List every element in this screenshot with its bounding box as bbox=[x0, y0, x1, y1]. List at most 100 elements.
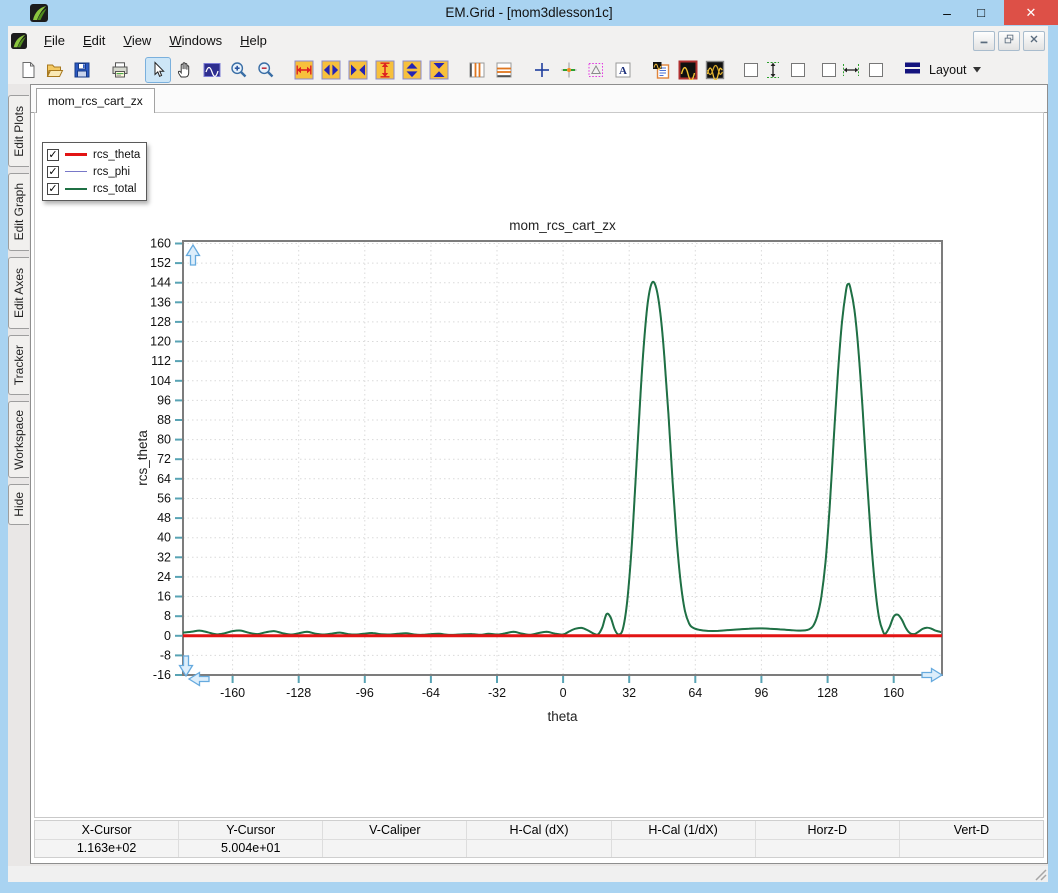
toolbar-print-button[interactable] bbox=[108, 58, 132, 82]
chart-area[interactable]: 160 152 144 136 128 120 112 104 96 88 80 72 64 56 48 40… bbox=[34, 112, 1044, 818]
svg-text:32: 32 bbox=[157, 550, 171, 564]
toolbar-fit-height-button[interactable] bbox=[373, 58, 397, 82]
toolbar-horizontal-markers-button[interactable] bbox=[492, 58, 516, 82]
menu-edit[interactable]: Edit bbox=[74, 28, 114, 53]
toolbar-h-space-checkbox-left-button[interactable] bbox=[819, 58, 838, 82]
fit-width-icon bbox=[294, 60, 314, 80]
svg-text:-96: -96 bbox=[356, 686, 374, 700]
toolbar-save-file-button[interactable] bbox=[70, 58, 94, 82]
toolbar-v-space-checkbox-right-button[interactable] bbox=[788, 58, 807, 82]
sidebar-tab-edit-plots[interactable]: Edit Plots bbox=[8, 95, 29, 167]
layout-label: Layout bbox=[929, 62, 967, 77]
window-maximize-button[interactable]: □ bbox=[966, 0, 996, 25]
toolbar-tracker-cursor-button[interactable] bbox=[557, 58, 581, 82]
sidebar-tab-tracker[interactable]: Tracker bbox=[8, 335, 29, 395]
svg-text:24: 24 bbox=[157, 570, 171, 584]
window-close-button[interactable]: ✕ bbox=[1004, 0, 1058, 25]
save-file-icon bbox=[72, 60, 92, 80]
svg-text:40: 40 bbox=[157, 531, 171, 545]
menu-file[interactable]: File bbox=[35, 28, 74, 53]
show-curve-icon bbox=[678, 60, 698, 80]
chart-canvas[interactable]: 1601521441361281201121049688807264564840… bbox=[35, 113, 1045, 817]
status-label-x-cursor: X-Cursor bbox=[35, 821, 180, 839]
crosshair-cursor-icon bbox=[532, 60, 552, 80]
toolbar-horizontal-spacing-button[interactable] bbox=[839, 58, 863, 82]
toolbar-shrink-vertical-button[interactable] bbox=[427, 58, 451, 82]
toolbar-new-file-button[interactable] bbox=[16, 58, 40, 82]
toolbar-zoom-window-button[interactable] bbox=[200, 58, 224, 82]
sidebar-tab-edit-graph[interactable]: Edit Graph bbox=[8, 173, 29, 251]
legend-line-sample bbox=[65, 187, 87, 190]
zoom-window-icon bbox=[202, 60, 222, 80]
minimize-icon bbox=[978, 32, 990, 50]
document-close-button[interactable] bbox=[1023, 30, 1045, 51]
legend-label: rcs_phi bbox=[93, 165, 131, 178]
toolbar-open-file-button[interactable] bbox=[43, 58, 67, 82]
toolbar-show-curves-button[interactable] bbox=[703, 58, 727, 82]
toolbar-expand-vertical-button[interactable] bbox=[400, 58, 424, 82]
toolbar-layout-menu-button[interactable]: Layout bbox=[897, 55, 987, 84]
svg-text:136: 136 bbox=[150, 295, 171, 309]
text-annotation-icon: A bbox=[613, 60, 633, 80]
sidebar-tab-edit-axes[interactable]: Edit Axes bbox=[8, 257, 29, 329]
zoom-out-icon bbox=[256, 60, 276, 80]
toolbar-plot-properties-button[interactable] bbox=[649, 58, 673, 82]
window-minimize-button[interactable]: – bbox=[932, 0, 962, 25]
cursor-status-bar: X-Cursor Y-Cursor V-Caliper H-Cal (dX) H-Cal… bbox=[34, 820, 1044, 858]
svg-text:-32: -32 bbox=[488, 686, 506, 700]
svg-text:64: 64 bbox=[157, 472, 171, 486]
legend-item-rcs_theta: ✓ rcs_theta bbox=[47, 146, 140, 163]
toolbar-pan-hand-button[interactable] bbox=[173, 58, 197, 82]
toolbar-expand-horizontal-button[interactable] bbox=[319, 58, 343, 82]
svg-text:72: 72 bbox=[157, 452, 171, 466]
legend-label: rcs_theta bbox=[93, 148, 141, 161]
sidebar-tab-label: Edit Axes bbox=[12, 267, 26, 319]
menu-view[interactable]: View bbox=[114, 28, 160, 53]
toolbar-show-curve-button[interactable] bbox=[676, 58, 700, 82]
toolbar-caliper-button[interactable] bbox=[584, 58, 608, 82]
toolbar-shrink-horizontal-button[interactable] bbox=[346, 58, 370, 82]
status-label-h-cal-1-dx-: H-Cal (1/dX) bbox=[612, 821, 756, 839]
toolbar-crosshair-cursor-button[interactable] bbox=[530, 58, 554, 82]
svg-text:64: 64 bbox=[688, 686, 702, 700]
toolbar-zoom-in-button[interactable] bbox=[227, 58, 251, 82]
plot-document-panel: mom_rcs_cart_zx 160 152 144 136 128 120 112 104… bbox=[30, 84, 1048, 864]
toolbar-h-space-checkbox-right-button[interactable] bbox=[866, 58, 885, 82]
toolbar-text-annotation-button[interactable]: A bbox=[611, 58, 635, 82]
v-space-checkbox-left-icon bbox=[741, 60, 761, 80]
plot-properties-icon bbox=[651, 60, 671, 80]
x-axis-label: theta bbox=[547, 709, 578, 724]
status-value-h-cal-dx- bbox=[467, 839, 612, 857]
y-axis-label: rcs_theta bbox=[135, 430, 150, 486]
toolbar-vertical-spacing-button[interactable] bbox=[761, 58, 785, 82]
toolbar-select-pointer-button[interactable] bbox=[145, 56, 171, 83]
h-space-checkbox-left-icon bbox=[819, 60, 839, 80]
resize-grip[interactable] bbox=[1028, 866, 1048, 882]
legend-checkbox-rcs_phi[interactable]: ✓ bbox=[47, 165, 59, 178]
toolbar: A Layout bbox=[8, 55, 1048, 85]
svg-text:152: 152 bbox=[150, 256, 171, 270]
toolbar-v-space-checkbox-left-button[interactable] bbox=[741, 58, 760, 82]
document-tab-strip: mom_rcs_cart_zx bbox=[31, 85, 1047, 113]
status-value-vert-d bbox=[900, 840, 1043, 858]
legend-checkbox-rcs_theta[interactable]: ✓ bbox=[47, 148, 59, 161]
menu-help[interactable]: Help bbox=[231, 28, 276, 53]
legend-checkbox-rcs_total[interactable]: ✓ bbox=[47, 182, 59, 195]
sidebar-tab-label: Hide bbox=[12, 492, 26, 517]
caliper-icon bbox=[586, 60, 606, 80]
toolbar-fit-width-button[interactable] bbox=[292, 58, 316, 82]
sidebar-tab-hide[interactable]: Hide bbox=[8, 484, 29, 525]
document-restore-button[interactable] bbox=[998, 30, 1020, 51]
document-minimize-button[interactable] bbox=[973, 30, 995, 51]
svg-text:128: 128 bbox=[150, 315, 171, 329]
svg-text:-16: -16 bbox=[153, 668, 171, 682]
toolbar-zoom-out-button[interactable] bbox=[254, 58, 278, 82]
title-bar: EM.Grid - [mom3dlesson1c] – □ ✕ bbox=[0, 0, 1058, 26]
toolbar-vertical-markers-button[interactable] bbox=[465, 58, 489, 82]
document-tab[interactable]: mom_rcs_cart_zx bbox=[36, 88, 155, 113]
tracker-cursor-icon bbox=[559, 60, 579, 80]
chevron-down-icon bbox=[972, 66, 981, 72]
menu-windows[interactable]: Windows bbox=[160, 28, 231, 53]
legend-line-sample bbox=[65, 153, 87, 156]
sidebar-tab-workspace[interactable]: Workspace bbox=[8, 401, 29, 478]
